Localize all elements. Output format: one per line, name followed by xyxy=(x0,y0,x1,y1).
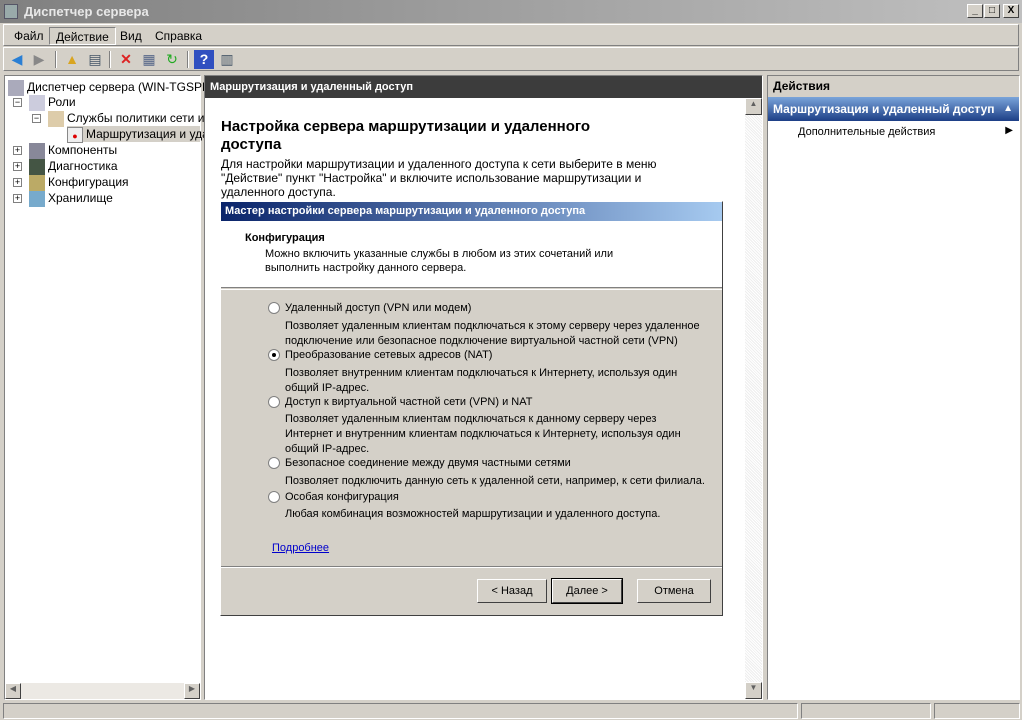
section-title: Конфигурация xyxy=(245,232,325,244)
more-info-link[interactable]: Подробнее xyxy=(272,542,329,554)
expand-icon[interactable]: + xyxy=(13,146,22,155)
forward-icon[interactable]: ▶ xyxy=(29,50,49,69)
tree-pane: Диспетчер сервера (WIN-TGSPRG − Роли − С… xyxy=(4,75,220,700)
menu-action[interactable]: Действие xyxy=(49,27,116,45)
actions-group-label: Маршрутизация и удаленный доступ xyxy=(773,102,995,116)
option-description: Позволяет удаленным клиентам подключатьс… xyxy=(285,413,681,455)
server-manager-icon xyxy=(4,4,18,19)
tree-label: Диагностика xyxy=(48,159,118,173)
tree-item-configuration[interactable]: Конфигурация xyxy=(29,174,129,191)
status-bar xyxy=(0,701,1022,720)
option-label[interactable]: Преобразование сетевых адресов (NAT) xyxy=(285,349,492,361)
tree-item-rras[interactable]: ● Маршрутизация и уда xyxy=(67,126,209,143)
diagnostics-icon xyxy=(29,158,45,175)
scroll-up-icon[interactable]: ▲ xyxy=(745,98,762,115)
tree-item-features[interactable]: Компоненты xyxy=(29,142,118,159)
menu-file[interactable]: Файл xyxy=(8,27,50,45)
window-title: Диспетчер сервера xyxy=(24,4,149,19)
collapse-up-icon[interactable]: ▲ xyxy=(1003,97,1013,121)
scroll-left-icon[interactable]: ◀ xyxy=(5,683,21,699)
collapse-icon[interactable]: − xyxy=(32,114,41,123)
vertical-scrollbar[interactable]: ▲ ▼ xyxy=(745,98,762,699)
title-bar: Диспетчер сервера xyxy=(0,0,1022,23)
collapse-icon[interactable]: − xyxy=(13,98,22,107)
radio-remote-access[interactable] xyxy=(268,302,280,314)
delete-icon[interactable]: ✕ xyxy=(116,50,136,69)
refresh-icon[interactable]: ↻ xyxy=(162,50,182,69)
scroll-right-icon[interactable]: ▶ xyxy=(184,683,200,699)
storage-icon xyxy=(29,190,45,207)
actions-pane: Действия Маршрутизация и удаленный досту… xyxy=(767,75,1020,700)
back-icon[interactable]: ◀ xyxy=(7,50,27,69)
tree-item-storage[interactable]: Хранилище xyxy=(29,190,113,207)
option-description: Любая комбинация возможностей маршрутиза… xyxy=(285,508,661,520)
expand-icon[interactable]: + xyxy=(13,194,22,203)
radio-vpn-nat[interactable] xyxy=(268,396,280,408)
expand-icon[interactable]: + xyxy=(13,162,22,171)
page-heading: Настройка сервера маршрутизации и удален… xyxy=(221,118,591,153)
more-actions-item[interactable]: Дополнительные действия xyxy=(798,126,935,138)
center-header: Маршрутизация и удаленный доступ xyxy=(205,76,762,98)
scroll-down-icon[interactable]: ▼ xyxy=(745,682,762,699)
section-description: Можно включить указанные службы в любом … xyxy=(265,248,614,274)
option-description: Позволяет подключить данную сеть к удале… xyxy=(285,475,705,487)
option-label[interactable]: Удаленный доступ (VPN или модем) xyxy=(285,302,471,314)
option-description: Позволяет внутренним клиентам подключать… xyxy=(285,367,678,394)
wizard-dialog: Мастер настройки сервера маршрутизации и… xyxy=(220,201,723,616)
rras-icon: ● xyxy=(67,126,83,143)
menu-view[interactable]: Вид xyxy=(114,27,148,45)
next-button[interactable]: Далее > xyxy=(551,578,623,604)
actions-group[interactable]: Маршрутизация и удаленный доступ ▲ xyxy=(768,97,1019,121)
show-hide-action-pane-icon[interactable]: ▥ xyxy=(217,50,237,69)
tree-label: Диспетчер сервера (WIN-TGSPRG xyxy=(27,80,220,94)
tree-label: Маршрутизация и уда xyxy=(86,127,209,141)
configuration-icon xyxy=(29,174,45,191)
option-label[interactable]: Безопасное соединение между двумя частны… xyxy=(285,457,571,469)
radio-site-to-site[interactable] xyxy=(268,457,280,469)
tree-item-diagnostics[interactable]: Диагностика xyxy=(29,158,118,175)
show-hide-tree-icon[interactable]: ▤ xyxy=(85,50,105,69)
wizard-title: Мастер настройки сервера маршрутизации и… xyxy=(221,202,722,221)
close-button[interactable]: X xyxy=(1003,4,1019,18)
radio-nat[interactable] xyxy=(268,349,280,361)
tree-item-roles[interactable]: Роли xyxy=(29,94,76,111)
menu-help[interactable]: Справка xyxy=(149,27,208,45)
roles-icon xyxy=(29,94,45,111)
radio-custom[interactable] xyxy=(268,491,280,503)
tree-label: Хранилище xyxy=(48,191,113,205)
server-icon xyxy=(8,79,24,96)
back-button[interactable]: < Назад xyxy=(477,579,547,603)
tree-label: Роли xyxy=(48,95,76,109)
expand-icon[interactable]: + xyxy=(13,178,22,187)
submenu-arrow-icon: ▶ xyxy=(1005,125,1013,136)
minimize-button[interactable]: _ xyxy=(967,4,983,18)
tree-label: Конфигурация xyxy=(48,175,129,189)
maximize-button[interactable]: □ xyxy=(984,4,1000,18)
actions-header: Действия xyxy=(768,76,1019,97)
features-icon xyxy=(29,142,45,159)
page-description: Для настройки маршрутизации и удаленного… xyxy=(221,157,657,199)
nps-icon xyxy=(48,110,64,127)
tree-item-nps[interactable]: Службы политики сети и ... xyxy=(48,110,218,127)
option-description: Позволяет удаленным клиентам подключатьс… xyxy=(285,320,700,347)
tree-label: Службы политики сети и ... xyxy=(67,111,218,125)
wizard-header: Конфигурация Можно включить указанные сл… xyxy=(221,221,722,288)
help-icon[interactable]: ? xyxy=(194,50,214,69)
horizontal-scrollbar[interactable]: ◀ ▶ xyxy=(5,683,200,699)
toolbar: ◀ ▶ ▲ ▤ ✕ ▦ ↻ ? ▥ xyxy=(3,47,1019,71)
properties-icon[interactable]: ▦ xyxy=(139,50,159,69)
up-icon[interactable]: ▲ xyxy=(62,50,82,69)
option-label[interactable]: Доступ к виртуальной частной сети (VPN) … xyxy=(285,396,532,408)
cancel-button[interactable]: Отмена xyxy=(637,579,711,603)
menu-bar: Файл Действие Вид Справка xyxy=(3,24,1019,46)
tree-label: Компоненты xyxy=(48,143,118,157)
option-label[interactable]: Особая конфигурация xyxy=(285,491,399,503)
tree-root[interactable]: Диспетчер сервера (WIN-TGSPRG xyxy=(8,79,220,96)
center-pane: Маршрутизация и удаленный доступ ▲ ▼ Нас… xyxy=(204,75,763,700)
